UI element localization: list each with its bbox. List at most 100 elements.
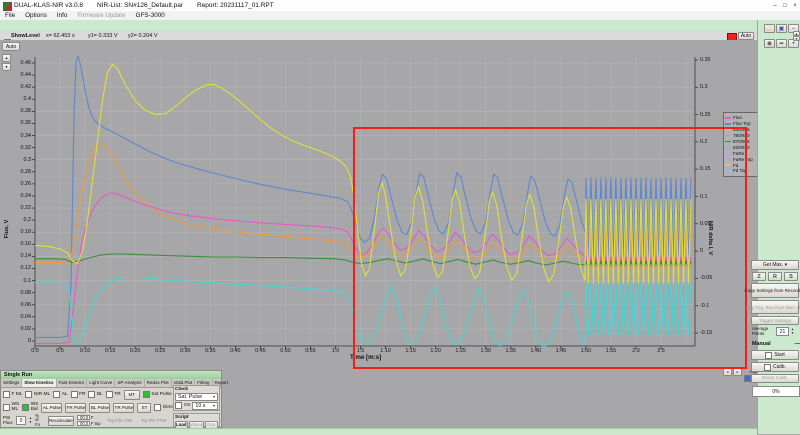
x-tick-label: 1:20 — [427, 348, 445, 354]
psi-fluo-value[interactable]: 0 — [16, 416, 26, 425]
menu-item-info[interactable]: Info — [52, 11, 73, 20]
left-axis-down-button[interactable]: ▼ — [2, 63, 11, 71]
start-checkbox[interactable]: Start — [751, 350, 799, 360]
x-tick-label: 0:5 — [51, 348, 69, 354]
tab-slow-kinetics[interactable]: Slow Kinetics — [22, 379, 56, 387]
tab-fast-kinetics[interactable]: Fast Kinetics — [57, 379, 88, 387]
clock-title: Clock — [175, 387, 218, 392]
y-left-tick-label: 0.4 — [13, 96, 31, 102]
f-value-field-box[interactable]: 00.0 — [77, 415, 90, 420]
average-points-value[interactable]: 21 — [776, 327, 789, 336]
export-icon[interactable]: ➦ — [776, 39, 787, 48]
x-tick-label: 1:15 — [402, 348, 420, 354]
tab-light-curve[interactable]: Light Curve — [87, 379, 115, 387]
menu-item-options[interactable]: Options — [20, 11, 52, 20]
clock-interval-select[interactable]: 10 s▾ — [192, 402, 218, 410]
copy-trig-run-button[interactable]: Copy Trig. Run from Man. Rec. — [751, 300, 799, 314]
panel-title: Single Run — [1, 371, 221, 379]
checkbox-al[interactable]: AL — [53, 391, 67, 398]
y-left-tick-label: 0.02 — [13, 326, 31, 332]
fluo-settings-row: PSIFluo:0▲▼%ofFoRecalculate00.0F00.0F to… — [3, 415, 166, 426]
button-tr-pulse[interactable]: TR Pulse — [113, 403, 134, 413]
menu-item-file[interactable]: File — [0, 11, 20, 20]
y-right-tick-label: 0.35 — [700, 57, 720, 63]
y-left-tick-label: 0.18 — [13, 229, 31, 235]
legend-color-mark — [725, 117, 731, 119]
right-axis-auto-button[interactable]: Auto — [738, 32, 754, 40]
folder-icon[interactable]: 🗀 — [764, 24, 775, 33]
maximize-button[interactable]: □ — [780, 2, 790, 10]
button-st[interactable]: ST — [137, 403, 151, 413]
button-fr-pulse[interactable]: FR Pulse — [65, 403, 86, 413]
menu-item-gfs-3000[interactable]: GFS-3000 — [131, 11, 170, 20]
checkbox-sat-pulse[interactable]: Sat Pulse — [143, 391, 172, 398]
x-scroll-right-button[interactable]: ▸ — [733, 368, 742, 376]
x-axis-label: Time [m:s] — [350, 354, 381, 361]
close-button[interactable]: × — [790, 2, 800, 10]
psi-fluo-label: PSIFluo: — [3, 416, 13, 425]
recalculate-button[interactable]: Recalculate — [48, 416, 74, 426]
y-right-tick-label: -0.05 — [700, 275, 720, 281]
legend-color-mark — [725, 158, 731, 160]
script-quick-button-s[interactable]: S — [784, 272, 798, 281]
average-points-row: Average Points21▲▼ — [752, 327, 800, 336]
x-tick-label: 1:55 — [602, 348, 620, 354]
f-value-field: 00.0F — [77, 415, 101, 420]
x-tick-label: 1:25 — [452, 348, 470, 354]
y-right-tick-label: -0.1 — [700, 303, 720, 309]
legend-label: Fd — [733, 163, 738, 168]
f-top-value-field: 00.0F top — [77, 421, 101, 426]
checkbox-ws-ml[interactable]: WSML — [3, 403, 19, 412]
checkbox-ws-bal[interactable]: WSBal — [22, 403, 38, 412]
y-left-tick-label: 0.26 — [13, 181, 31, 187]
save-icon[interactable]: ▣ — [776, 24, 787, 33]
legend-color-mark — [725, 129, 731, 131]
tab-settings[interactable]: Settings — [1, 379, 22, 387]
pulse-button-row: WSMLWSBalAL PulseFR PulseBL PulseTR Puls… — [3, 402, 186, 413]
y-left-tick-label: 0.04 — [13, 314, 31, 320]
f-top-value-field-box[interactable]: 00.0 — [77, 421, 90, 426]
series-540-565 — [35, 64, 691, 283]
script-quick-button-z[interactable]: Z — [752, 272, 766, 281]
checkbox-nir-ml[interactable]: NIR ML — [25, 391, 50, 398]
left-axis-up-button[interactable]: ▲ — [2, 54, 11, 62]
y-axis-left-label: Fluo, V — [4, 212, 10, 246]
x-tick-label: 0:10 — [76, 348, 94, 354]
tab-sp-analysis[interactable]: SP-Analysis — [115, 379, 144, 387]
clock-on-checkbox[interactable] — [175, 402, 182, 409]
button-al-pulse[interactable]: AL Pulse — [41, 403, 62, 413]
script-quick-button-r[interactable]: R — [768, 272, 782, 281]
psi-fluo-spinner[interactable]: ▲▼ — [29, 417, 32, 424]
x-scroll-left-button[interactable]: ◂ — [723, 368, 732, 376]
left-axis-auto-button[interactable]: Auto — [2, 42, 20, 51]
x-tick-label: 1:10 — [377, 348, 395, 354]
x-tick-label: 0:20 — [126, 348, 144, 354]
button-mt[interactable]: MT — [124, 390, 140, 400]
checkbox-bl[interactable]: BL — [88, 391, 102, 398]
calib-checkbox[interactable]: Calib. — [751, 362, 799, 372]
minimize-button[interactable]: – — [770, 2, 780, 10]
average-points-spinner[interactable]: ▲▼ — [791, 328, 794, 335]
menu-item-firmware-update[interactable]: Firmware Update — [72, 11, 130, 20]
eye-icon[interactable]: ◉ — [764, 39, 775, 48]
clock-mode-select[interactable]: Sat. Pulse▾ — [175, 393, 218, 401]
legend-label: FaRe — [733, 151, 744, 156]
y-left-tick-label: 0.34 — [13, 133, 31, 139]
tab-redox-plot[interactable]: Redox Plot — [145, 379, 172, 387]
checkbox-fr[interactable]: FR — [71, 391, 86, 398]
trigger-settings-button[interactable]: Trigger Settings — [751, 316, 799, 325]
copy-settings-button[interactable]: Copy Settings from Recording — [751, 283, 799, 298]
button-bl-pulse[interactable]: BL Pulse — [89, 403, 110, 413]
get-max-button[interactable]: Get Max. ▾ — [751, 260, 799, 270]
reset-calib-button[interactable]: Reset Calib. — [751, 374, 799, 383]
legend-color-mark — [725, 164, 731, 166]
series-820-870 — [35, 278, 691, 348]
checkbox-tr[interactable]: TR — [106, 391, 121, 398]
y-right-tick-label: 0.15 — [700, 166, 720, 172]
checkbox-f-ml[interactable]: F ML — [3, 391, 22, 398]
axis-spinner-down[interactable]: ▼ — [793, 36, 800, 41]
single-run-panel: Single Run SettingsSlow KineticsFast Kin… — [0, 370, 222, 428]
x-tick-label: 1:45 — [552, 348, 570, 354]
y-left-tick-label: 0.42 — [13, 84, 31, 90]
light-checkbox-row: F MLNIR MLAL FRBL TRMTSat Pulse — [3, 389, 172, 400]
